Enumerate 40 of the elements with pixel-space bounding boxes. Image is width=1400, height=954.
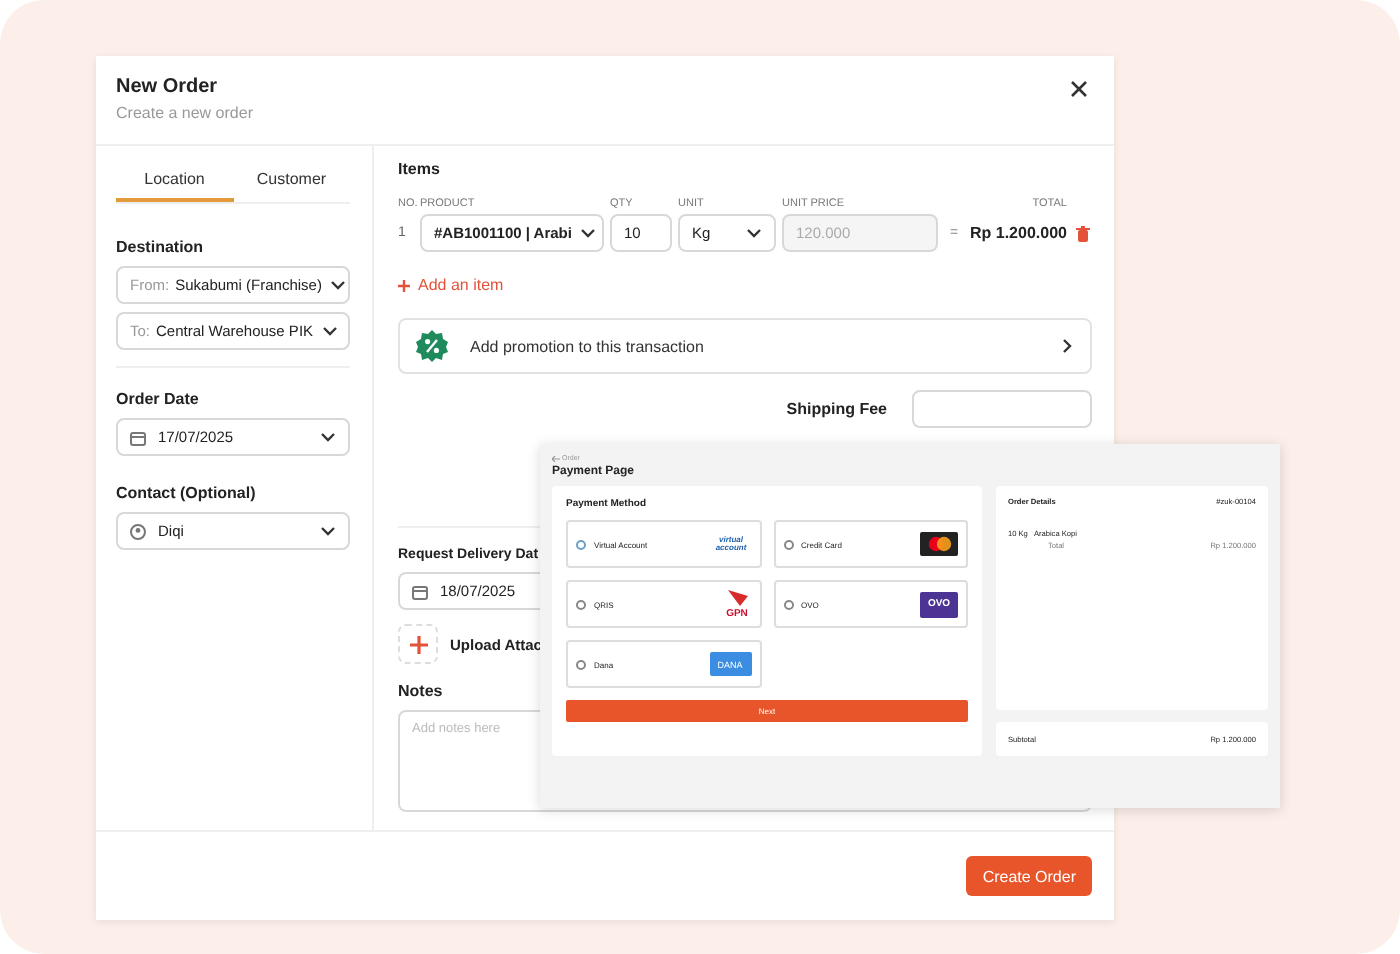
radio-button[interactable] xyxy=(576,599,586,609)
field-label: Contact (Optional) xyxy=(116,484,258,502)
trash-icon xyxy=(1075,225,1090,241)
field-label: Order Date xyxy=(116,390,201,408)
promotion-card[interactable]: Add promotion to this transaction xyxy=(398,318,1093,374)
shipping-fee-field[interactable] xyxy=(912,390,1093,428)
create-order-button[interactable]: Create Order xyxy=(966,856,1092,896)
close-button[interactable] xyxy=(1066,76,1092,102)
chevron-down-icon xyxy=(579,228,596,238)
chevron-down-icon xyxy=(321,326,338,336)
user-icon xyxy=(130,523,146,539)
add-item-link[interactable]: Add an item xyxy=(398,276,504,294)
chevron-down-icon xyxy=(746,228,762,238)
field-label: Destination xyxy=(116,238,206,256)
radio-button[interactable] xyxy=(783,599,793,609)
close-icon xyxy=(1070,80,1088,98)
modal-subtitle: Create a new order xyxy=(116,104,253,122)
row-total: Rp 1.200.000 xyxy=(970,224,1067,242)
tab[interactable]: Location xyxy=(116,158,233,202)
discount-badge-icon xyxy=(416,330,448,362)
chevron-down-icon xyxy=(320,432,336,442)
chevron-right-icon xyxy=(1062,338,1073,354)
plus-icon xyxy=(409,635,427,653)
upload-button[interactable] xyxy=(398,624,438,664)
calendar-icon xyxy=(412,583,428,599)
tab[interactable]: Customer xyxy=(233,158,350,202)
chevron-down-icon xyxy=(320,526,336,536)
field-label: Notes xyxy=(398,682,443,700)
two-circles-icon xyxy=(927,536,951,552)
delete-button[interactable] xyxy=(1072,225,1093,241)
section-title: Items xyxy=(398,160,440,178)
chevron-down-icon xyxy=(329,280,346,290)
modal-title: New Order xyxy=(116,76,220,98)
radio-button[interactable] xyxy=(783,539,793,549)
calendar-icon xyxy=(130,429,146,445)
back-arrow-icon xyxy=(552,455,560,461)
radio-button[interactable] xyxy=(576,659,586,669)
radio-button[interactable] xyxy=(576,539,586,549)
plus-icon xyxy=(398,279,410,291)
field-label: Shipping Fee xyxy=(786,400,887,418)
